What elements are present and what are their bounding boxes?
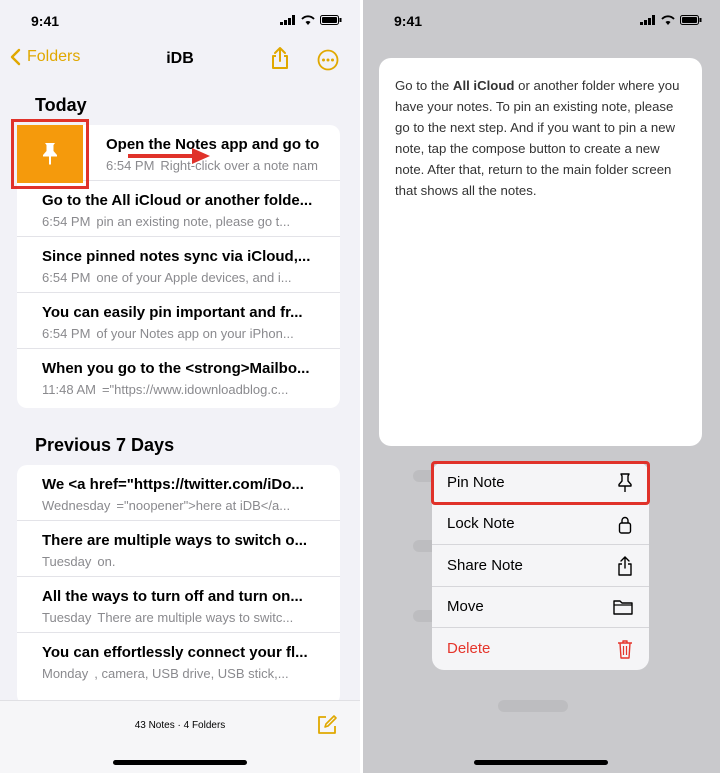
note-title: There are multiple ways to switch o... [42, 532, 308, 549]
note-subtitle: Monday , camera, USB drive, USB stick,... [42, 666, 340, 681]
section-title-previous-7-days: Previous 7 Days [35, 435, 175, 455]
menu-item-delete[interactable]: Delete [432, 628, 649, 670]
menu-item-label: Share Note [447, 556, 523, 574]
pin-swipe-action-highlight [11, 119, 89, 189]
menu-item-label: Delete [447, 640, 491, 658]
note-date: 6:54 PM [42, 270, 91, 285]
note-date: 11:48 AM [42, 382, 96, 397]
preview-text-bold: All iCloud [452, 78, 515, 93]
status-bar: 9:41 [0, 0, 360, 40]
status-icons [280, 15, 342, 25]
swipe-direction-arrow [128, 148, 210, 164]
note-date: Tuesday [42, 610, 92, 625]
note-subtitle: Tuesday There are multiple ways to switc.… [42, 610, 340, 625]
menu-item-lock-note[interactable]: Lock Note [432, 504, 649, 545]
note-subtitle: Tuesday on. [42, 554, 340, 569]
note-row[interactable]: You can easily pin important and fr... 6… [17, 293, 340, 349]
blurred-background-line [498, 700, 568, 712]
note-snippet: of your Notes app on your iPhon... [96, 326, 294, 341]
home-indicator [113, 760, 247, 765]
menu-item-label: Pin Note [447, 473, 505, 491]
menu-item-pin-note[interactable]: Pin Note [431, 461, 650, 505]
home-indicator [474, 760, 608, 765]
ellipsis-circle-icon [317, 49, 339, 71]
signal-icon [640, 15, 655, 25]
status-time: 9:41 [394, 13, 423, 29]
note-snippet: one of your Apple devices, and i... [96, 270, 292, 285]
menu-item-label: Lock Note [447, 515, 515, 533]
status-bar: 9:41 [363, 0, 720, 40]
note-date: 6:54 PM [42, 214, 91, 229]
context-menu-screen: 9:41 Go to the All iCloud or another fol… [363, 0, 720, 773]
compose-icon [318, 715, 337, 734]
pin-icon [43, 143, 57, 165]
note-preview-card: Go to the All iCloud or another folder w… [379, 58, 702, 446]
note-snippet: , camera, USB drive, USB stick,... [94, 666, 289, 681]
preview-text-start: Go to the [395, 78, 453, 93]
note-row[interactable]: Since pinned notes sync via iCloud,... 6… [17, 237, 340, 293]
note-snippet: There are multiple ways to switc... [97, 610, 294, 625]
note-title: Go to the All iCloud or another folde... [42, 192, 313, 209]
share-button[interactable] [270, 46, 290, 75]
note-snippet: ="https://www.idownloadblog.c... [101, 382, 289, 397]
section-title-today: Today [35, 95, 87, 115]
menu-item-share-note[interactable]: Share Note [432, 545, 649, 587]
share-icon [618, 556, 632, 576]
folder-title: iDB [166, 50, 194, 67]
more-button[interactable] [317, 49, 339, 76]
note-title: You can effortlessly connect your fl... [42, 644, 308, 661]
note-title: We <a href="https://twitter.com/iDo... [42, 476, 304, 493]
note-title: All the ways to turn off and turn on... [42, 588, 303, 605]
notes-list-screen: 9:41 Folders iDB Today Open the Notes ap… [0, 0, 360, 773]
note-date: Monday [42, 666, 89, 681]
wifi-icon [661, 15, 675, 25]
signal-icon [280, 15, 295, 25]
note-date: Wednesday [42, 498, 111, 513]
notes-count: 43 Notes · 4 Folders [134, 720, 226, 731]
status-icons [640, 15, 702, 25]
share-icon [272, 47, 288, 69]
note-row[interactable]: We <a href="https://twitter.com/iDo... W… [17, 465, 340, 521]
folder-icon [613, 599, 633, 615]
note-title: Since pinned notes sync via iCloud,... [42, 248, 311, 265]
note-row[interactable]: All the ways to turn off and turn on... … [17, 577, 340, 633]
note-title: You can easily pin important and fr... [42, 304, 303, 321]
navigation-bar: Folders iDB [0, 40, 360, 80]
note-title: When you go to the <strong>Mailbo... [42, 360, 310, 377]
compose-button[interactable] [316, 714, 338, 741]
battery-icon [320, 15, 342, 25]
pin-swipe-button[interactable] [17, 125, 83, 183]
note-snippet: on. [97, 554, 116, 569]
note-date: 6:54 PM [42, 326, 91, 341]
wifi-icon [301, 15, 315, 25]
menu-item-label: Move [447, 598, 484, 616]
trash-icon [618, 640, 632, 659]
note-subtitle: 11:48 AM ="https://www.idownloadblog.c... [42, 382, 340, 397]
preview-text-end: or another folder where you have your no… [395, 78, 680, 198]
note-row[interactable]: When you go to the <strong>Mailbo... 11:… [17, 349, 340, 405]
note-subtitle: 6:54 PM one of your Apple devices, and i.… [42, 270, 340, 285]
battery-icon [680, 15, 702, 25]
note-subtitle: 6:54 PM of your Notes app on your iPhon..… [42, 326, 340, 341]
note-row[interactable]: You can effortlessly connect your fl... … [17, 633, 340, 689]
menu-item-move[interactable]: Move [432, 587, 649, 628]
note-subtitle: Wednesday ="noopener">here at iDB</a... [42, 498, 340, 513]
note-row[interactable]: Go to the All iCloud or another folde...… [17, 181, 340, 237]
pin-icon [618, 473, 632, 492]
note-snippet: ="noopener">here at iDB</a... [116, 498, 291, 513]
notes-group-previous-7-days: We <a href="https://twitter.com/iDo... W… [17, 465, 340, 705]
note-snippet: pin an existing note, please go t... [96, 214, 291, 229]
note-row[interactable]: There are multiple ways to switch o... T… [17, 521, 340, 577]
note-subtitle: 6:54 PM pin an existing note, please go t… [42, 214, 340, 229]
status-time: 9:41 [31, 13, 60, 29]
context-menu: Pin Note Lock Note Share Note Move Delet… [431, 461, 650, 670]
note-date: Tuesday [42, 554, 92, 569]
lock-icon [618, 516, 632, 534]
